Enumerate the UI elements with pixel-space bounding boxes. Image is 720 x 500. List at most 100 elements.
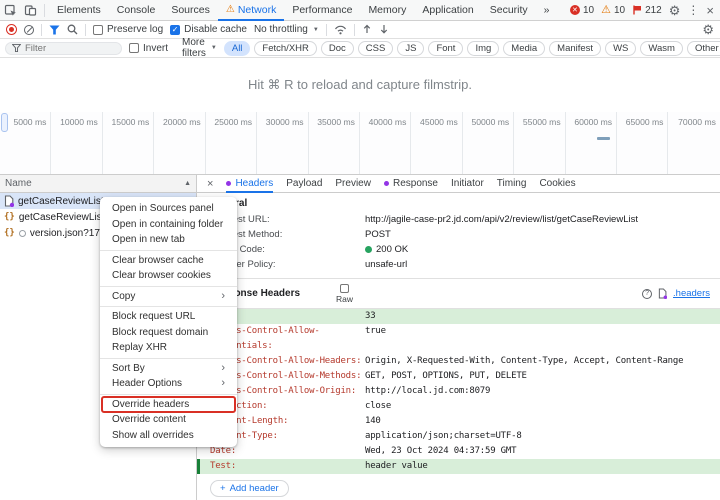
- tab-cookies[interactable]: Cookies: [539, 175, 575, 193]
- disable-cache-checkbox[interactable]: ✓ Disable cache: [170, 24, 247, 35]
- tab-application[interactable]: Application: [414, 0, 481, 21]
- menu-item-show-all-overrides[interactable]: Show all overrides: [100, 428, 237, 444]
- status-code-value: 200 OK: [365, 244, 408, 255]
- more-tabs-button[interactable]: »: [536, 0, 558, 21]
- header-row[interactable]: Access-Control-Allow-Origin: http://loca…: [197, 384, 720, 399]
- checkbox-unchecked: [340, 284, 349, 293]
- menu-item-open-in-folder[interactable]: Open in containing folder: [100, 217, 237, 233]
- menu-item-block-domain[interactable]: Block request domain: [100, 325, 237, 341]
- chip-js[interactable]: JS: [397, 41, 424, 56]
- preserve-log-checkbox[interactable]: Preserve log: [93, 24, 163, 35]
- tab-console[interactable]: Console: [109, 0, 164, 21]
- export-har-icon[interactable]: [379, 24, 389, 35]
- import-har-icon[interactable]: [362, 24, 372, 35]
- tab-elements[interactable]: Elements: [49, 0, 109, 21]
- header-row[interactable]: Connection: close: [197, 399, 720, 414]
- chip-font[interactable]: Font: [428, 41, 463, 56]
- header-row[interactable]: Content-Length: 140: [197, 414, 720, 429]
- filter-icon[interactable]: [49, 25, 60, 35]
- menu-item-copy[interactable]: Copy ›: [100, 289, 237, 305]
- menu-item-open-in-new-tab[interactable]: Open in new tab: [100, 232, 237, 248]
- status-ok-dot-icon: [365, 246, 372, 253]
- filter-input[interactable]: [25, 43, 115, 54]
- network-overview-ruler[interactable]: 5000 ms 10000 ms 15000 ms 20000 ms 25000…: [0, 112, 720, 175]
- header-row-overridden[interactable]: 33: [197, 309, 720, 324]
- header-row[interactable]: Access-Control-Allow-Credentials: true: [197, 324, 720, 354]
- chip-all[interactable]: All: [224, 41, 251, 56]
- menu-item-replay-xhr[interactable]: Replay XHR: [100, 340, 237, 356]
- clear-network-log-icon[interactable]: [24, 25, 34, 35]
- device-toolbar-icon[interactable]: [20, 0, 40, 20]
- menu-item-override-headers[interactable]: Override headers: [102, 397, 235, 413]
- header-row[interactable]: Date: Wed, 23 Oct 2024 04:37:59 GMT: [197, 444, 720, 459]
- network-settings-gear-icon[interactable]: ⚙: [702, 23, 714, 36]
- tab-initiator[interactable]: Initiator: [451, 175, 484, 193]
- menu-item-override-content[interactable]: Override content: [100, 412, 237, 428]
- menu-item-block-url[interactable]: Block request URL: [100, 309, 237, 325]
- chip-manifest[interactable]: Manifest: [549, 41, 601, 56]
- tab-payload[interactable]: Payload: [286, 175, 322, 193]
- header-row[interactable]: Access-Control-Allow-Headers: Origin, X-…: [197, 354, 720, 369]
- chip-wasm[interactable]: Wasm: [640, 41, 683, 56]
- headers-override-link[interactable]: .headers: [673, 288, 710, 299]
- header-row[interactable]: Content-Type: application/json;charset=U…: [197, 429, 720, 444]
- kebab-menu-icon[interactable]: ⋮: [687, 4, 699, 16]
- tab-headers[interactable]: Headers: [226, 175, 273, 193]
- record-button[interactable]: [6, 24, 17, 35]
- general-section-title[interactable]: General: [197, 193, 720, 212]
- menu-item-header-options[interactable]: Header Options ›: [100, 376, 237, 392]
- tab-label: Performance: [292, 4, 352, 16]
- chip-other[interactable]: Other: [687, 41, 720, 56]
- raw-checkbox[interactable]: Raw: [336, 284, 353, 304]
- checkbox-unchecked: [129, 43, 139, 53]
- more-tabs-icon: »: [544, 4, 550, 16]
- divider: [41, 24, 42, 36]
- tab-sources[interactable]: Sources: [163, 0, 218, 21]
- menu-item-sort-by[interactable]: Sort By ›: [100, 361, 237, 377]
- help-icon[interactable]: ?: [642, 289, 652, 299]
- divider: [354, 24, 355, 36]
- warning-badge[interactable]: ⚠ 10: [601, 5, 625, 16]
- tab-memory[interactable]: Memory: [360, 0, 414, 21]
- issues-badge[interactable]: 212: [632, 5, 662, 16]
- tab-security[interactable]: Security: [482, 0, 536, 21]
- settings-gear-icon[interactable]: ⚙: [669, 4, 681, 17]
- tab-preview[interactable]: Preview: [335, 175, 371, 193]
- disable-cache-label: Disable cache: [184, 24, 247, 35]
- chip-doc[interactable]: Doc: [321, 41, 354, 56]
- raw-label: Raw: [336, 294, 353, 304]
- header-row[interactable]: Access-Control-Allow-Methods: GET, POST,…: [197, 369, 720, 384]
- filter-input-box[interactable]: [5, 42, 122, 55]
- add-header-button[interactable]: + Add header: [210, 480, 289, 497]
- chip-fetch-xhr[interactable]: Fetch/XHR: [254, 41, 316, 56]
- invert-checkbox[interactable]: Invert: [129, 43, 168, 54]
- menu-item-open-in-sources[interactable]: Open in Sources panel: [100, 201, 237, 217]
- inspect-element-icon[interactable]: [0, 0, 20, 20]
- tab-performance[interactable]: Performance: [284, 0, 360, 21]
- more-filters-dropdown[interactable]: More filters ▼: [182, 37, 217, 59]
- menu-item-clear-cookies[interactable]: Clear browser cookies: [100, 268, 237, 284]
- network-conditions-icon[interactable]: [334, 24, 347, 35]
- tab-timing[interactable]: Timing: [497, 175, 527, 193]
- chip-media[interactable]: Media: [503, 41, 545, 56]
- checkbox-unchecked: [93, 25, 103, 35]
- name-column-header[interactable]: Name ▲: [0, 175, 196, 193]
- override-file-icon[interactable]: [658, 288, 667, 299]
- search-icon[interactable]: [67, 24, 78, 35]
- tab-network[interactable]: ⚠ Network: [218, 0, 284, 21]
- tab-response[interactable]: Response: [384, 175, 438, 193]
- network-toolbar: Preserve log ✓ Disable cache No throttli…: [0, 21, 720, 39]
- ruler-tick: 45000 ms: [411, 112, 462, 174]
- header-value: GET, POST, OPTIONS, PUT, DELETE: [365, 369, 720, 384]
- close-details-icon[interactable]: ×: [207, 178, 213, 190]
- header-row-overridden[interactable]: Test: header value: [197, 459, 720, 474]
- chip-css[interactable]: CSS: [358, 41, 394, 56]
- throttling-dropdown[interactable]: No throttling ▼: [254, 24, 319, 35]
- chip-img[interactable]: Img: [467, 41, 499, 56]
- divider: [326, 24, 327, 36]
- close-devtools-icon[interactable]: ×: [706, 4, 714, 17]
- error-badge[interactable]: ✕ 10: [570, 5, 594, 16]
- chip-ws[interactable]: WS: [605, 41, 636, 56]
- chevron-down-icon: ▼: [313, 27, 319, 33]
- menu-item-clear-cache[interactable]: Clear browser cache: [100, 253, 237, 269]
